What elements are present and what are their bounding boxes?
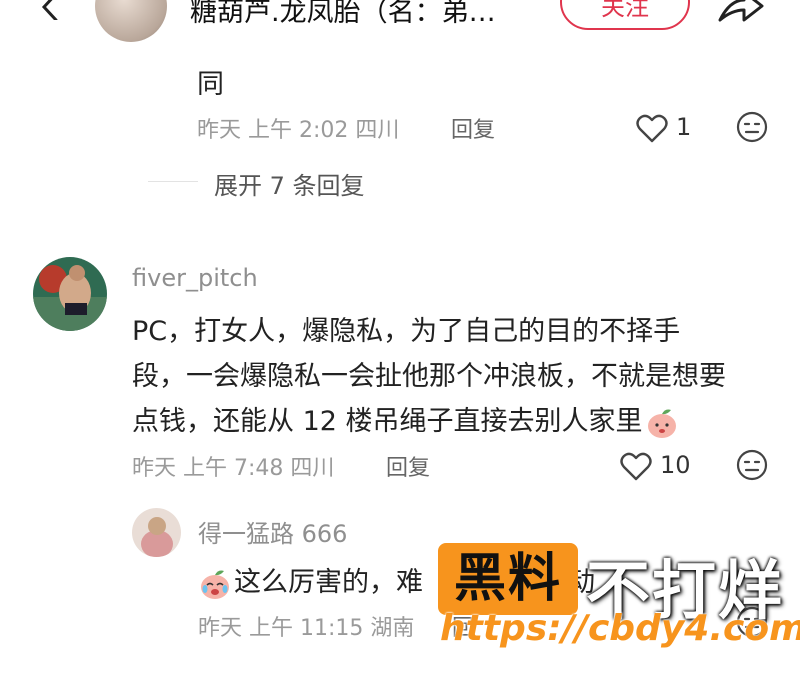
comment-timestamp: 昨天 上午 2:02 四川: [197, 118, 400, 143]
expand-divider: [148, 181, 198, 182]
peach-emoji-icon: [647, 409, 676, 438]
like-count: 10: [660, 451, 691, 479]
comment-text: 同: [197, 69, 224, 100]
replier-username[interactable]: 得一猛路 666: [198, 514, 347, 549]
dislike-face-icon[interactable]: [736, 449, 768, 481]
page-title: 糖葫芦.龙凤胎（名：弟…: [190, 0, 496, 28]
reply-text: 这么厉害的，难: [198, 560, 423, 601]
author-avatar[interactable]: [95, 0, 167, 42]
follow-button[interactable]: 关注: [560, 0, 690, 30]
comment-timestamp: 昨天 上午 7:48 四川: [132, 456, 335, 481]
like-count: 1: [676, 113, 692, 141]
commenter-avatar[interactable]: [33, 257, 107, 331]
reply-timestamp: 昨天 上午 11:15 湖南: [198, 616, 415, 641]
comment-text-line: 段，一会爆隐私一会扯他那个冲浪板，不就是想要: [132, 361, 726, 392]
watermark-logo-box: 黑料: [438, 543, 578, 615]
dislike-face-icon[interactable]: [736, 111, 768, 143]
expand-replies-button[interactable]: 展开 7 条回复: [214, 166, 365, 201]
watermark-url: https://cbdy4.com: [440, 608, 800, 649]
comment-text-line: PC，打女人，爆隐私，为了自己的目的不择手: [132, 316, 681, 347]
laughing-cry-emoji-icon: [201, 570, 229, 599]
replier-avatar[interactable]: [132, 508, 181, 557]
reply-button[interactable]: 回复: [386, 450, 430, 482]
heart-icon[interactable]: [620, 451, 652, 481]
commenter-username[interactable]: fiver_pitch: [132, 264, 258, 292]
heart-icon[interactable]: [636, 113, 668, 143]
reply-button[interactable]: 回复: [451, 112, 495, 144]
share-icon[interactable]: [718, 0, 764, 24]
comment-text-line: 点钱，还能从 12 楼吊绳子直接去别人家里: [132, 399, 679, 440]
back-arrow-icon[interactable]: [36, 0, 62, 20]
